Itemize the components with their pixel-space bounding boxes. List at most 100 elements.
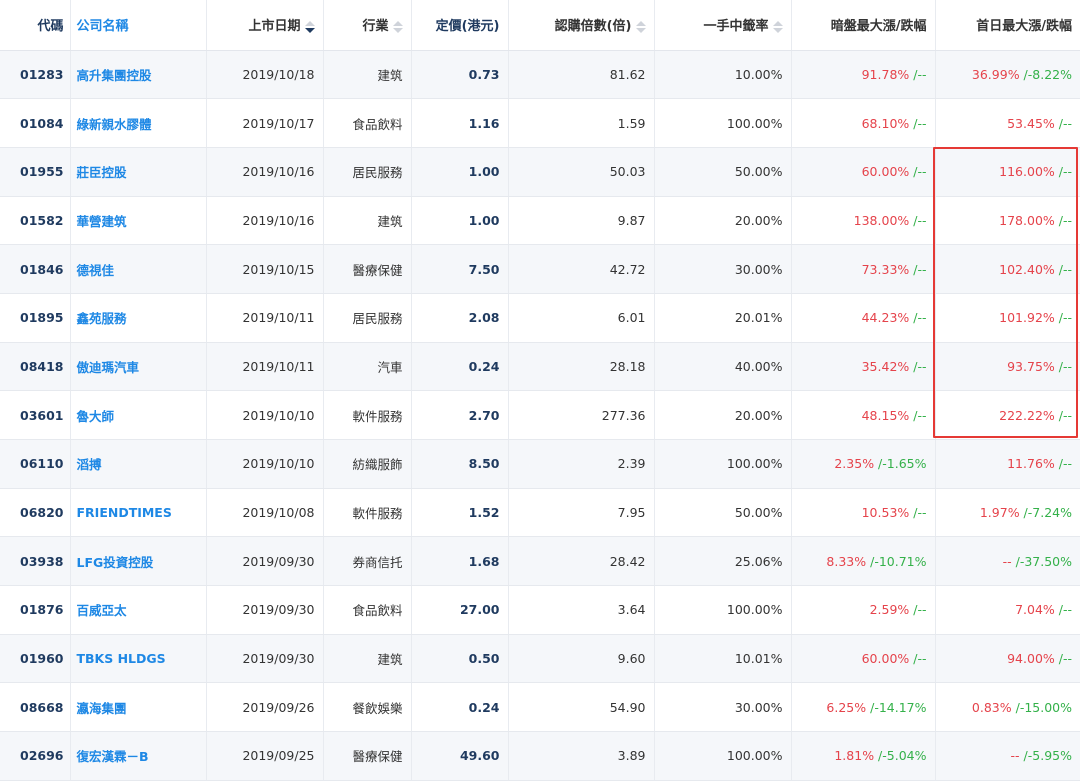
grey-market-change: 1.81% /-5.04% bbox=[791, 731, 936, 781]
table-row[interactable]: 06110 滔搏 2019/10/10 紡織服飾 8.50 2.39 100.0… bbox=[0, 439, 1080, 489]
company-name-link[interactable]: 魯大師 bbox=[77, 409, 115, 424]
stock-code: 01960 bbox=[0, 634, 71, 684]
table-row[interactable]: 01960 TBKS HLDGS 2019/09/30 建筑 0.50 9.60… bbox=[0, 634, 1080, 684]
first-up-value: 102.40% bbox=[999, 261, 1055, 277]
first-down-value: -- bbox=[1062, 602, 1072, 618]
company-name-cell: 傲迪瑪汽車 bbox=[70, 342, 207, 392]
grey-market-change: 68.10% /-- bbox=[791, 98, 936, 148]
header-lot-rate[interactable]: 一手中籤率 bbox=[654, 0, 792, 51]
table-row[interactable]: 02696 復宏漢霖－B 2019/09/25 醫療保健 49.60 3.89 … bbox=[0, 731, 1080, 781]
first-day-change: 7.04% /-- bbox=[935, 585, 1080, 635]
grey-down-value: -5.04% bbox=[882, 748, 927, 764]
stock-code: 06110 bbox=[0, 439, 71, 489]
separator: / bbox=[1054, 261, 1063, 277]
first-down-value: -7.24% bbox=[1027, 505, 1072, 521]
offer-price: 2.70 bbox=[411, 390, 509, 440]
company-name-link[interactable]: TBKS HLDGS bbox=[77, 651, 166, 666]
grey-down-value: -- bbox=[917, 164, 927, 180]
stock-code: 01582 bbox=[0, 196, 71, 246]
subscription-multiple: 3.89 bbox=[508, 731, 655, 781]
first-up-value: -- bbox=[1010, 748, 1020, 764]
separator: / bbox=[1054, 115, 1063, 131]
company-name-cell: 鑫苑服務 bbox=[70, 293, 207, 343]
stock-code: 01084 bbox=[0, 98, 71, 148]
table-row[interactable]: 01895 鑫苑服務 2019/10/11 居民服務 2.08 6.01 20.… bbox=[0, 293, 1080, 343]
company-name-link[interactable]: 鑫苑服務 bbox=[77, 311, 127, 326]
header-subscription[interactable]: 認購倍數(倍) bbox=[508, 0, 655, 51]
header-price: 定價(港元) bbox=[411, 0, 509, 51]
company-name-link[interactable]: 滔搏 bbox=[77, 457, 102, 472]
table-row[interactable]: 01582 華營建筑 2019/10/16 建筑 1.00 9.87 20.00… bbox=[0, 196, 1080, 246]
table-row[interactable]: 06820 FRIENDTIMES 2019/10/08 軟件服務 1.52 7… bbox=[0, 488, 1080, 538]
separator: / bbox=[1054, 358, 1063, 374]
stock-code: 01283 bbox=[0, 50, 71, 100]
grey-down-value: -10.71% bbox=[874, 553, 927, 569]
company-name-link[interactable]: 莊臣控股 bbox=[77, 165, 127, 180]
industry: 餐飲娛樂 bbox=[323, 682, 412, 733]
first-up-value: 11.76% bbox=[1007, 456, 1055, 472]
industry: 券商信托 bbox=[323, 536, 412, 587]
first-day-change: 36.99% /-8.22% bbox=[935, 50, 1080, 100]
grey-market-change: 48.15% /-- bbox=[791, 390, 936, 440]
offer-price: 0.24 bbox=[411, 342, 509, 392]
table-row[interactable]: 03938 LFG投資控股 2019/09/30 券商信托 1.68 28.42… bbox=[0, 536, 1080, 587]
company-name-cell: 德視佳 bbox=[70, 244, 207, 294]
company-name-link[interactable]: 華營建筑 bbox=[77, 214, 127, 229]
header-industry[interactable]: 行業 bbox=[323, 0, 412, 51]
one-lot-rate: 50.00% bbox=[654, 488, 792, 538]
header-date[interactable]: 上市日期 bbox=[206, 0, 324, 51]
company-name-link[interactable]: LFG投資控股 bbox=[77, 555, 154, 570]
separator: / bbox=[1011, 553, 1020, 569]
industry: 居民服務 bbox=[323, 147, 412, 197]
grey-market-change: 73.33% /-- bbox=[791, 244, 936, 294]
table-row[interactable]: 01283 高升集團控股 2019/10/18 建筑 0.73 81.62 10… bbox=[0, 50, 1080, 100]
company-name-cell: FRIENDTIMES bbox=[70, 488, 207, 538]
header-first-day: 首日最大漲/跌幅 bbox=[935, 0, 1080, 51]
subscription-multiple: 81.62 bbox=[508, 50, 655, 100]
first-down-value: -- bbox=[1062, 310, 1072, 326]
company-name-link[interactable]: 百威亞太 bbox=[77, 603, 127, 618]
table-row[interactable]: 01846 德視佳 2019/10/15 醫療保健 7.50 42.72 30.… bbox=[0, 244, 1080, 294]
separator: / bbox=[1054, 164, 1063, 180]
company-name-link[interactable]: 高升集團控股 bbox=[77, 68, 152, 83]
company-name-link[interactable]: 綠新親水膠體 bbox=[77, 117, 152, 132]
company-name-link[interactable]: FRIENDTIMES bbox=[77, 505, 172, 520]
table-row[interactable]: 03601 魯大師 2019/10/10 軟件服務 2.70 277.36 20… bbox=[0, 390, 1080, 440]
listing-date: 2019/10/18 bbox=[206, 50, 324, 100]
company-name-link[interactable]: 德視佳 bbox=[77, 263, 115, 278]
first-down-value: -37.50% bbox=[1019, 553, 1072, 569]
table-row[interactable]: 08668 瀛海集團 2019/09/26 餐飲娛樂 0.24 54.90 30… bbox=[0, 682, 1080, 733]
table-row[interactable]: 01955 莊臣控股 2019/10/16 居民服務 1.00 50.03 50… bbox=[0, 147, 1080, 197]
separator: / bbox=[1054, 456, 1063, 472]
listing-date: 2019/10/08 bbox=[206, 488, 324, 538]
first-day-change: 94.00% /-- bbox=[935, 634, 1080, 684]
first-down-value: -- bbox=[1062, 456, 1072, 472]
stock-code: 03938 bbox=[0, 536, 71, 587]
sort-icon[interactable] bbox=[635, 20, 646, 34]
listing-date: 2019/10/15 bbox=[206, 244, 324, 294]
sort-desc-icon[interactable] bbox=[304, 20, 315, 34]
company-name-cell: TBKS HLDGS bbox=[70, 634, 207, 684]
company-name-link[interactable]: 傲迪瑪汽車 bbox=[77, 360, 140, 375]
table-row[interactable]: 01084 綠新親水膠體 2019/10/17 食品飲料 1.16 1.59 1… bbox=[0, 98, 1080, 148]
subscription-multiple: 3.64 bbox=[508, 585, 655, 635]
grey-down-value: -- bbox=[917, 358, 927, 374]
company-name-link[interactable]: 瀛海集團 bbox=[77, 701, 127, 716]
sort-icon[interactable] bbox=[772, 20, 783, 34]
company-name-link[interactable]: 復宏漢霖－B bbox=[77, 749, 149, 764]
company-name-cell: 復宏漢霖－B bbox=[70, 731, 207, 781]
grey-down-value: -- bbox=[917, 310, 927, 326]
first-up-value: 222.22% bbox=[999, 407, 1055, 423]
grey-market-change: 35.42% /-- bbox=[791, 342, 936, 392]
one-lot-rate: 50.00% bbox=[654, 147, 792, 197]
subscription-multiple: 9.87 bbox=[508, 196, 655, 246]
grey-up-value: 2.35% bbox=[834, 456, 875, 472]
table-row[interactable]: 08418 傲迪瑪汽車 2019/10/11 汽車 0.24 28.18 40.… bbox=[0, 342, 1080, 392]
company-name-cell: 百威亞太 bbox=[70, 585, 207, 635]
grey-market-change: 44.23% /-- bbox=[791, 293, 936, 343]
sort-icon[interactable] bbox=[392, 20, 403, 34]
grey-up-value: 73.33% bbox=[861, 261, 910, 277]
separator: / bbox=[1019, 505, 1028, 521]
first-up-value: 116.00% bbox=[999, 164, 1055, 180]
table-row[interactable]: 01876 百威亞太 2019/09/30 食品飲料 27.00 3.64 10… bbox=[0, 585, 1080, 635]
